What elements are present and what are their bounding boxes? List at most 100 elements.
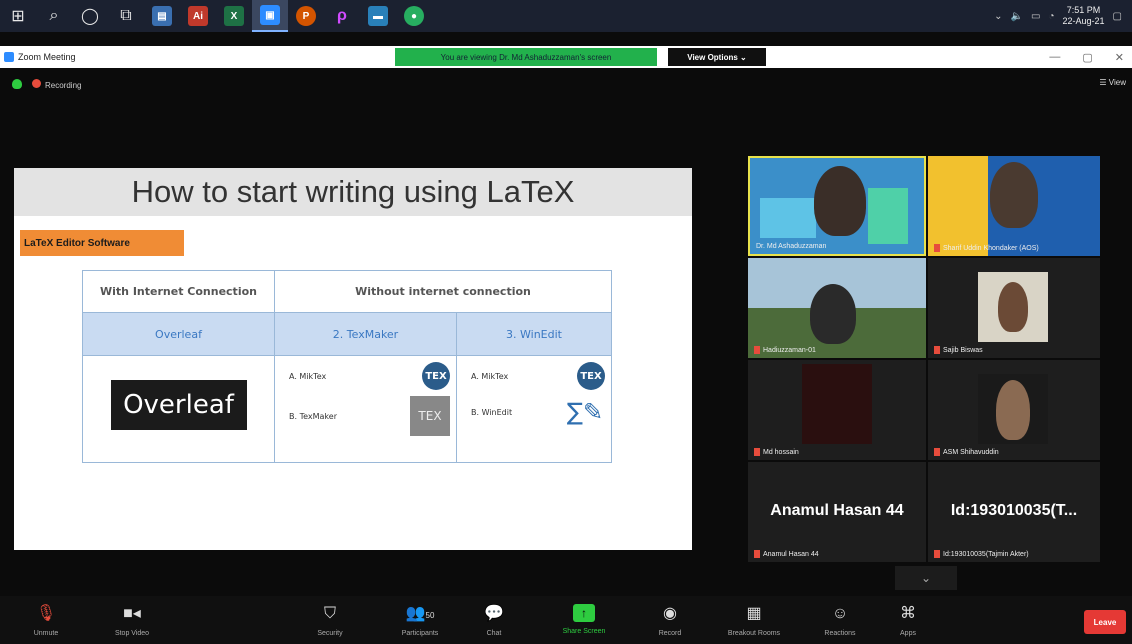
- tray-chevron-icon[interactable]: ⌄: [994, 11, 1002, 22]
- shield-icon: ⛉: [323, 605, 336, 622]
- view-button[interactable]: ☰ View: [1099, 78, 1126, 87]
- chat-button[interactable]: 💬 Chat: [462, 604, 526, 637]
- participant-name: Md hossain: [754, 448, 799, 456]
- participant-video: [990, 162, 1038, 228]
- mic-muted-icon: [754, 448, 760, 456]
- mic-muted-icon: [934, 244, 940, 252]
- breakout-rooms-button[interactable]: ▦ Breakout Rooms: [722, 604, 786, 637]
- wifi-icon[interactable]: ◔: [1048, 11, 1054, 22]
- gallery-next-page-button[interactable]: ⌄: [895, 566, 957, 590]
- stop-video-label: Stop Video: [114, 630, 150, 637]
- illustrator-icon[interactable]: Ai: [180, 0, 216, 32]
- minimize-button[interactable]: —: [1049, 51, 1060, 63]
- stop-video-button[interactable]: ■◂ Stop Video: [100, 604, 164, 637]
- overleaf-logo: Overleaf: [110, 380, 247, 430]
- background-building: [868, 188, 908, 244]
- table-row: Overleaf A. MikTex TEX B. TexMaker TEX A…: [82, 355, 612, 463]
- battery-icon[interactable]: ▭: [1031, 11, 1040, 22]
- winedit-icon: ∑✎: [566, 398, 604, 426]
- clock[interactable]: 7:51 PM 22-Aug-21: [1063, 5, 1105, 27]
- window-title: Zoom Meeting: [0, 52, 76, 62]
- picsart-icon[interactable]: ρ: [324, 0, 360, 32]
- table-row: Overleaf 2. TexMaker 3. WinEdit: [82, 312, 612, 356]
- breakout-rooms-label: Breakout Rooms: [727, 630, 781, 637]
- notifications-icon[interactable]: ▢: [1113, 11, 1122, 22]
- participant-tile[interactable]: Md hossain: [748, 360, 926, 460]
- participant-name-label: Id:193010035(Tajmin Akter): [943, 550, 1029, 558]
- apps-button[interactable]: ⌘ Apps: [876, 604, 940, 637]
- header-without-internet: Without internet connection: [274, 270, 612, 313]
- participant-tile[interactable]: Sajib Biswas: [928, 258, 1100, 358]
- texmaker-icon: TEX: [410, 396, 450, 436]
- mic-muted-icon: [934, 550, 940, 558]
- participant-name: Sajib Biswas: [934, 346, 983, 354]
- encryption-shield-icon[interactable]: [12, 79, 22, 89]
- clock-time: 7:51 PM: [1066, 5, 1101, 15]
- participant-tile[interactable]: Anamul Hasan 44 Anamul Hasan 44: [748, 462, 926, 562]
- overleaf-logo-cell: Overleaf: [82, 355, 275, 463]
- search-icon[interactable]: ⌕: [36, 0, 72, 32]
- restore-button[interactable]: ▢: [1082, 51, 1092, 64]
- windows-start-icon[interactable]: ⊞: [0, 0, 36, 32]
- participant-name-label: Dr. Md Ashaduzzaman: [756, 243, 827, 250]
- participant-face: [996, 380, 1030, 440]
- reactions-button[interactable]: ☺ Reactions: [808, 604, 872, 637]
- participant-name-label: Hadiuzzaman-01: [763, 346, 816, 354]
- participant-tile-active-speaker[interactable]: Dr. Md Ashaduzzaman: [748, 156, 926, 256]
- record-dot-icon: [32, 78, 41, 88]
- chat-label: Chat: [486, 630, 502, 637]
- participant-video: [810, 284, 856, 344]
- shared-screen-slide: How to start writing using LaTeX LaTeX E…: [14, 168, 692, 550]
- winedit-items: A. MikTex TEX B. WinEdit ∑✎: [456, 355, 612, 463]
- participant-display-name: Anamul Hasan 44: [770, 502, 904, 519]
- apps-icon: ⌘: [900, 605, 916, 622]
- app-window-icon[interactable]: ▬: [360, 0, 396, 32]
- close-button[interactable]: ✕: [1115, 51, 1124, 64]
- record-button[interactable]: ◉ Record: [638, 604, 702, 637]
- list-item: B. WinEdit ∑✎: [457, 390, 611, 428]
- share-screen-button[interactable]: ↑ Share Screen: [552, 604, 616, 635]
- mic-muted-icon: [934, 448, 940, 456]
- miktex-label: A. MikTex: [471, 371, 509, 381]
- participant-name: Hadiuzzaman-01: [754, 346, 816, 354]
- grid-icon: ☰: [1099, 78, 1109, 87]
- security-label: Security: [317, 630, 343, 637]
- leave-button[interactable]: Leave: [1084, 610, 1126, 634]
- participant-face: [998, 282, 1028, 332]
- chrome-icon[interactable]: ●: [396, 0, 432, 32]
- cortana-icon[interactable]: ◯: [72, 0, 108, 32]
- unmute-button[interactable]: 🎙 Unmute: [14, 604, 78, 637]
- participant-name-label: Sajib Biswas: [943, 346, 983, 354]
- participant-name-label: Sharif Uddin Khondaker (AOS): [943, 244, 1039, 252]
- excel-icon[interactable]: X: [216, 0, 252, 32]
- participants-icon: 👥50: [405, 605, 435, 622]
- video-camera-icon: ■◂: [123, 605, 141, 622]
- participants-button[interactable]: 👥50 Participants: [388, 604, 452, 637]
- participant-name: Anamul Hasan 44: [754, 550, 819, 558]
- participant-name: ASM Shihavuddin: [934, 448, 999, 456]
- list-item: B. TexMaker TEX: [275, 390, 456, 436]
- cell-overleaf: Overleaf: [82, 312, 275, 356]
- participant-tile[interactable]: Id:193010035(T... Id:193010035(Tajmin Ak…: [928, 462, 1100, 562]
- security-button[interactable]: ⛉ Security: [298, 604, 362, 637]
- volume-icon[interactable]: 🔈: [1011, 11, 1023, 22]
- recording-indicator[interactable]: Recording: [32, 78, 81, 90]
- file-explorer-icon[interactable]: ▤: [144, 0, 180, 32]
- zoom-taskbar-icon[interactable]: ▣: [252, 0, 288, 32]
- task-view-icon[interactable]: ⧉: [108, 0, 144, 32]
- texmaker-items: A. MikTex TEX B. TexMaker TEX: [274, 355, 457, 463]
- powerpoint-icon[interactable]: P: [288, 0, 324, 32]
- participant-name-label: Anamul Hasan 44: [763, 550, 819, 558]
- participant-tile[interactable]: ASM Shihavuddin: [928, 360, 1100, 460]
- participant-tile[interactable]: Hadiuzzaman-01: [748, 258, 926, 358]
- background-building: [760, 198, 816, 238]
- participant-name: Dr. Md Ashaduzzaman: [756, 243, 826, 250]
- participant-name-label: Md hossain: [763, 448, 799, 456]
- participant-tile[interactable]: Sharif Uddin Khondaker (AOS): [928, 156, 1100, 256]
- editor-table: With Internet Connection Without interne…: [82, 270, 612, 463]
- record-label: Record: [658, 630, 682, 637]
- window-title-label: Zoom Meeting: [18, 52, 76, 62]
- view-options-button[interactable]: View Options ⌄: [668, 48, 766, 66]
- apps-label: Apps: [900, 630, 916, 637]
- background-banner: [928, 156, 988, 256]
